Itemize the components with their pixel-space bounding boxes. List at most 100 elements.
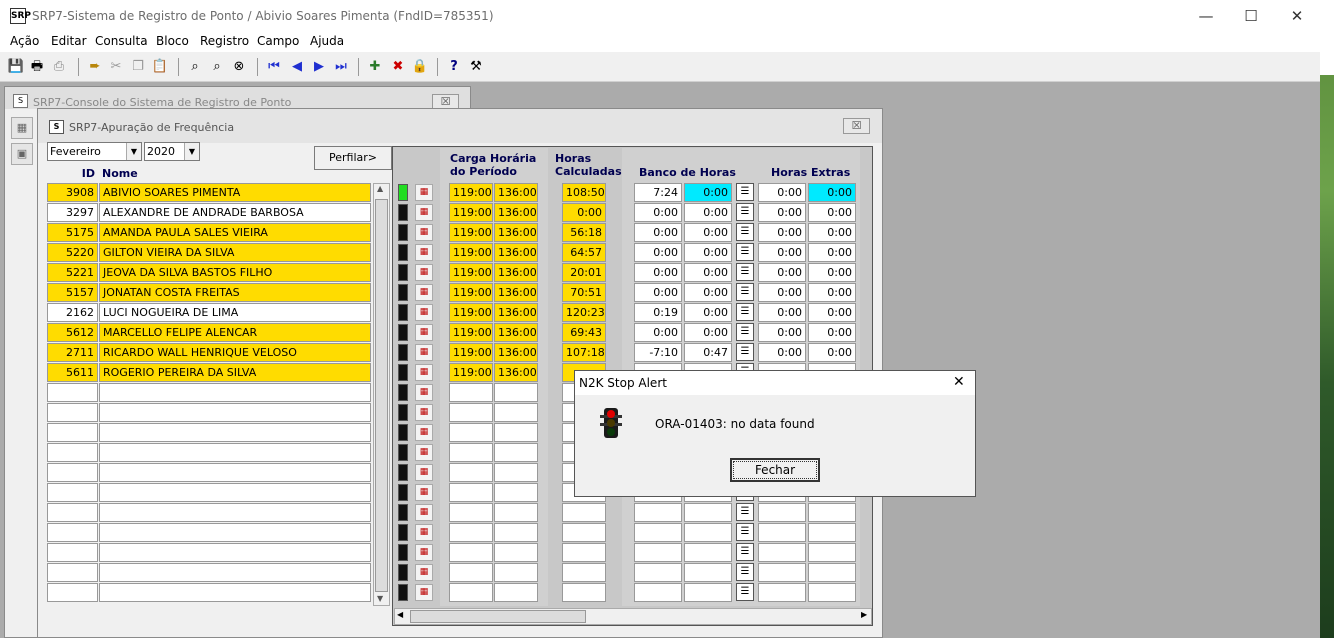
id-cell[interactable]: 5157 [47,283,98,302]
periodo-cell[interactable] [494,523,538,542]
extra-saldo-cell[interactable]: 0:00 [758,223,806,242]
banco-saldo-cell[interactable]: 0:00 [634,223,682,242]
first-record-icon[interactable]: ⏮ [265,58,283,76]
menu-consulta[interactable]: Consulta [95,34,148,48]
carga-cell[interactable] [449,563,493,582]
nome-cell[interactable] [99,463,371,482]
horas-extras-cell[interactable]: 0:00 [808,243,856,262]
nome-cell[interactable] [99,383,371,402]
nome-cell[interactable]: ROGERIO PEREIRA DA SILVA [99,363,371,382]
carga-cell[interactable] [449,483,493,502]
horas-calculadas-cell[interactable]: 70:51 [562,283,606,302]
periodo-cell[interactable]: 136:00 [494,343,538,362]
carga-cell[interactable]: 119:00 [449,343,493,362]
calendar-icon[interactable]: ▦ [415,224,433,241]
banco-horas-cell[interactable] [684,543,732,562]
execute-query-icon[interactable]: ⌕ [208,58,226,76]
nome-cell[interactable] [99,423,371,442]
periodo-cell[interactable] [494,483,538,502]
banco-detail-icon[interactable]: ☰ [736,243,754,261]
calendar-icon[interactable]: ▦ [415,504,433,521]
horas-extras-cell[interactable] [808,563,856,582]
carga-cell[interactable] [449,543,493,562]
banco-horas-cell[interactable]: 0:47 [684,343,732,362]
id-cell[interactable] [47,443,98,462]
banco-horas-cell[interactable]: 0:00 [684,303,732,322]
extra-saldo-cell[interactable]: 0:00 [758,203,806,222]
horas-extras-cell[interactable]: 0:00 [808,203,856,222]
banco-saldo-cell[interactable]: -7:10 [634,343,682,362]
scroll-left-icon[interactable]: ◀ [397,610,403,619]
delete-record-icon[interactable]: ✖ [389,58,407,76]
banco-saldo-cell[interactable]: 0:00 [634,203,682,222]
banco-horas-cell[interactable] [684,583,732,602]
extra-saldo-cell[interactable]: 0:00 [758,343,806,362]
calendar-icon[interactable]: ▦ [415,304,433,321]
id-cell[interactable]: 5612 [47,323,98,342]
paste-icon[interactable]: 📋 [151,58,169,76]
month-select[interactable]: Fevereiro ▼ [47,142,142,161]
horas-extras-cell[interactable]: 0:00 [808,263,856,282]
horas-calculadas-cell[interactable] [562,563,606,582]
periodo-cell[interactable]: 136:00 [494,323,538,342]
console-side-button-1[interactable]: ▦ [11,117,33,139]
extra-saldo-cell[interactable] [758,543,806,562]
banco-saldo-cell[interactable]: 0:00 [634,243,682,262]
minimize-button[interactable]: — [1183,0,1229,32]
horas-extras-cell[interactable] [808,583,856,602]
carga-cell[interactable]: 119:00 [449,303,493,322]
calendar-icon[interactable]: ▦ [415,344,433,361]
id-cell[interactable] [47,383,98,402]
banco-detail-icon[interactable]: ☰ [736,283,754,301]
chevron-down-icon[interactable]: ▼ [126,143,141,160]
nome-cell[interactable] [99,443,371,462]
id-cell[interactable] [47,503,98,522]
chevron-down-icon[interactable]: ▼ [184,143,199,160]
horas-calculadas-cell[interactable]: 0:00 [562,203,606,222]
horas-calculadas-cell[interactable] [562,583,606,602]
nome-cell[interactable]: ABIVIO SOARES PIMENTA [99,183,371,202]
calendar-icon[interactable]: ▦ [415,184,433,201]
dialog-close-button[interactable]: ✕ [953,374,965,390]
nome-cell[interactable]: LUCI NOGUEIRA DE LIMA [99,303,371,322]
periodo-cell[interactable]: 136:00 [494,283,538,302]
horas-calculadas-cell[interactable]: 107:18 [562,343,606,362]
carga-cell[interactable] [449,423,493,442]
horas-extras-cell[interactable]: 0:00 [808,283,856,302]
periodo-cell[interactable]: 136:00 [494,223,538,242]
periodo-cell[interactable] [494,383,538,402]
extra-saldo-cell[interactable] [758,583,806,602]
calendar-icon[interactable]: ▦ [415,464,433,481]
exit-icon[interactable]: ➨ [86,58,104,76]
print-icon[interactable]: 🖶 [28,58,46,76]
calendar-icon[interactable]: ▦ [415,424,433,441]
periodo-cell[interactable] [494,403,538,422]
periodo-cell[interactable] [494,443,538,462]
banco-detail-icon[interactable]: ☰ [736,263,754,281]
horas-calculadas-cell[interactable] [562,523,606,542]
nome-cell[interactable]: RICARDO WALL HENRIQUE VELOSO [99,343,371,362]
scroll-right-icon[interactable]: ▶ [861,610,867,619]
menu-registro[interactable]: Registro [200,34,249,48]
banco-horas-cell[interactable]: 0:00 [684,203,732,222]
periodo-cell[interactable] [494,583,538,602]
horas-extras-cell[interactable]: 0:00 [808,223,856,242]
id-cell[interactable]: 5220 [47,243,98,262]
calendar-icon[interactable]: ▦ [415,204,433,221]
tools-icon[interactable]: ⚒ [467,58,485,76]
extra-saldo-cell[interactable]: 0:00 [758,303,806,322]
nome-cell[interactable] [99,543,371,562]
menu-editar[interactable]: Editar [51,34,87,48]
banco-horas-cell[interactable]: 0:00 [684,223,732,242]
periodo-cell[interactable]: 136:00 [494,263,538,282]
calendar-icon[interactable]: ▦ [415,564,433,581]
horas-calculadas-cell[interactable] [562,543,606,562]
nome-cell[interactable] [99,583,371,602]
carga-cell[interactable] [449,583,493,602]
banco-horas-cell[interactable]: 0:00 [684,243,732,262]
calendar-icon[interactable]: ▦ [415,404,433,421]
extra-saldo-cell[interactable]: 0:00 [758,183,806,202]
banco-detail-icon[interactable]: ☰ [736,343,754,361]
banco-saldo-cell[interactable]: 0:00 [634,283,682,302]
banco-detail-icon[interactable]: ☰ [736,583,754,601]
